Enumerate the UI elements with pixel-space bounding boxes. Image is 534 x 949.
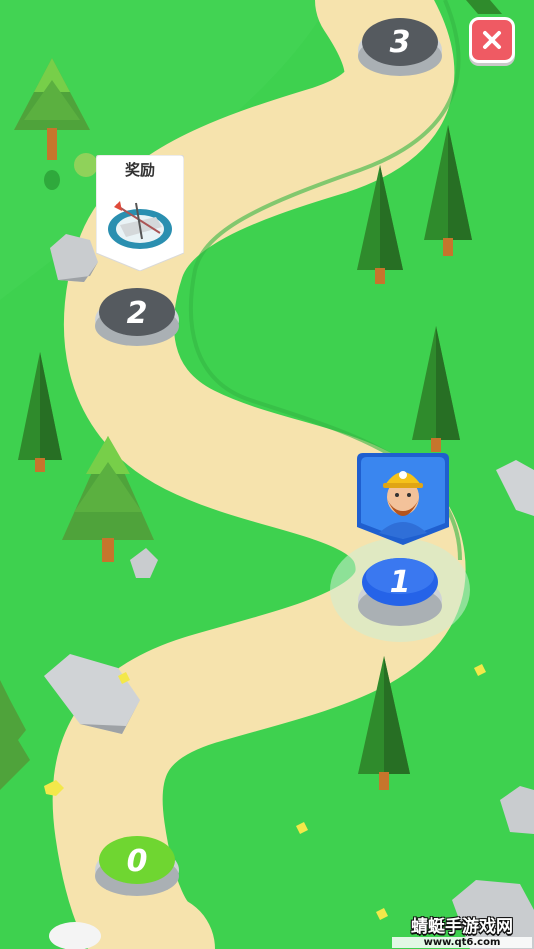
level-map: 3 2 1 0 <box>0 0 534 949</box>
watermark-text: 蜻蜓手游戏网 <box>411 917 513 937</box>
level-label: 1 <box>390 565 411 600</box>
close-button[interactable] <box>469 17 515 63</box>
level-label: 2 <box>127 296 148 331</box>
bush <box>74 153 98 177</box>
level-node-0[interactable]: 0 <box>95 836 179 896</box>
reward-title: 奖励 <box>124 161 155 179</box>
level-label: 0 <box>127 844 148 879</box>
player-avatar-badge <box>357 453 449 545</box>
bush <box>44 170 60 190</box>
level-label: 3 <box>390 25 411 60</box>
watermark: 蜻蜓手游戏网 www.qt6.com <box>392 912 532 948</box>
miner-avatar-icon <box>357 453 449 545</box>
level-node-1[interactable]: 1 <box>330 538 470 642</box>
reward-card[interactable]: 奖励 <box>95 154 185 272</box>
watermark-url: www.qt6.com <box>392 937 532 948</box>
rock <box>49 922 101 949</box>
close-icon <box>483 31 501 49</box>
